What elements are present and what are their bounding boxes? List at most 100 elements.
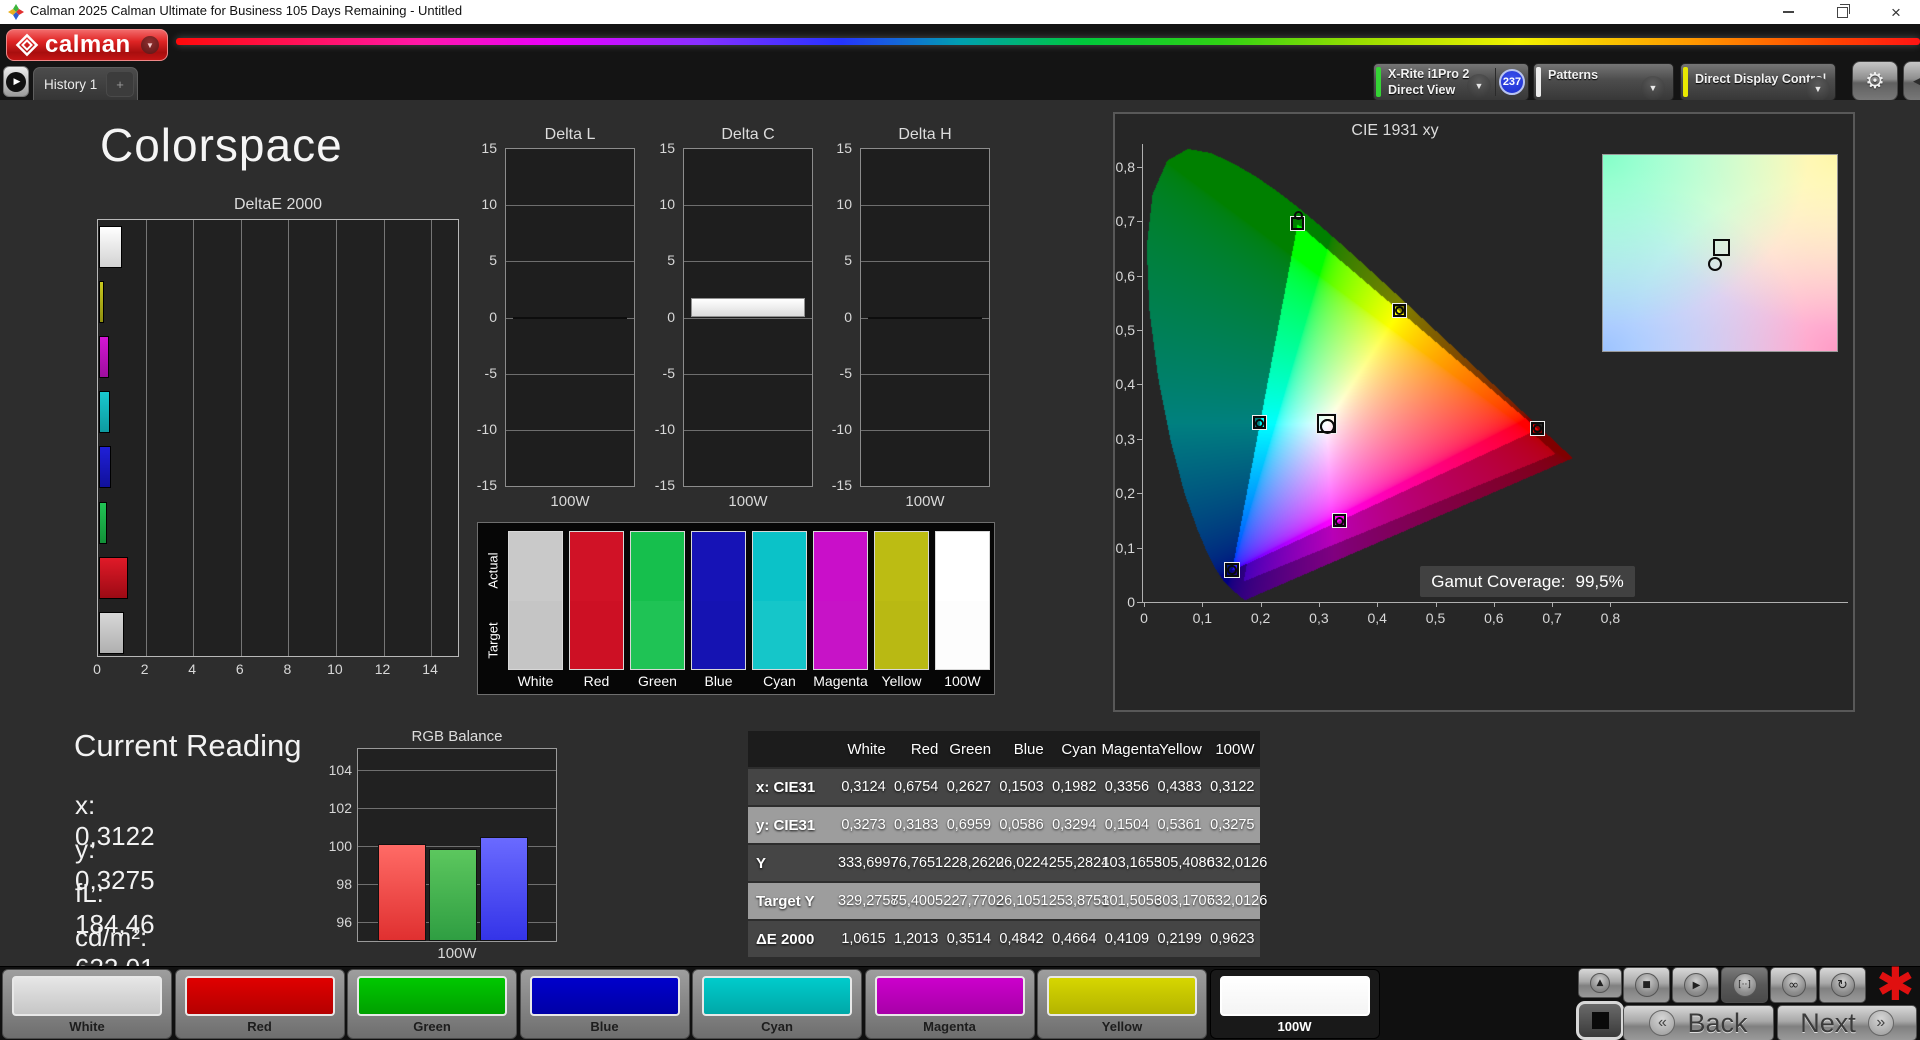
pattern-tile-magenta[interactable]: Magenta <box>864 969 1035 1039</box>
delta-y-tick: -10 <box>831 420 852 437</box>
display-control-dropdown[interactable]: Direct Display Control ▼ <box>1680 63 1836 101</box>
table-cell: 0,3275 <box>1210 817 1255 833</box>
pattern-tile-red[interactable]: Red <box>174 969 345 1039</box>
table-cell: 333,6997 <box>838 855 899 871</box>
play-measure-button[interactable]: ▶ <box>1672 967 1719 1003</box>
delta-e-bar-blue <box>99 446 111 489</box>
actual-swatch <box>753 532 806 601</box>
table-row-2: y: CIE31 0,3273 0,3183 0,6959 0,0586 0,3294 0,… <box>748 807 1260 843</box>
measurement-table: White Red Green Blue Cyan Magenta Yellow 100W x:… <box>748 731 1268 957</box>
pattern-tile-label: Blue <box>590 1019 619 1034</box>
restore-icon <box>1836 3 1850 18</box>
table-column-header: Blue <box>1013 740 1044 758</box>
pattern-window-button[interactable] <box>1576 1001 1624 1040</box>
actual-swatch <box>631 532 684 601</box>
pattern-tile-cyan[interactable]: Cyan <box>692 969 862 1039</box>
stop-button[interactable]: ■ <box>1623 967 1670 1003</box>
delta-gridline <box>684 373 812 375</box>
display-control-caret-icon[interactable]: ▼ <box>1806 77 1830 100</box>
inset-target-marker <box>1712 239 1730 257</box>
play-icon: ▶ <box>6 71 26 92</box>
calman-gem-icon <box>15 33 39 57</box>
single-measure-button[interactable]: [··] <box>1721 967 1768 1003</box>
actual-swatch <box>509 532 562 601</box>
table-cell: 0,4664 <box>1052 931 1097 947</box>
delta-e-x-tick: 10 <box>327 661 343 677</box>
gamut-coverage-value: 99,5% <box>1575 571 1624 591</box>
target-swatch <box>509 600 562 669</box>
meter-mode: Direct View <box>1388 83 1456 97</box>
delta-chart-3 <box>860 148 990 487</box>
pattern-list-up-button[interactable]: ▲ <box>1578 968 1622 998</box>
back-button[interactable]: « Back <box>1623 1005 1774 1040</box>
pattern-swatch <box>1219 976 1370 1016</box>
patterns-accent <box>1536 67 1541 97</box>
refresh-icon: ↻ <box>1830 973 1855 997</box>
calman-menu-button[interactable]: calman ▼ <box>6 29 168 61</box>
table-cell: 632,0126 <box>1206 893 1268 909</box>
app-icon <box>8 4 24 20</box>
display-control-accent <box>1683 67 1688 97</box>
colorspace-workspace: Colorspace DeltaE 2000 0 2 4 6 8 10 12 14 Delta… <box>0 100 1920 983</box>
table-column-header: Green <box>949 740 992 758</box>
logo-dropdown-caret-icon[interactable]: ▼ <box>141 36 159 54</box>
refresh-button[interactable]: ↻ <box>1819 967 1866 1003</box>
target-row-label: Target <box>485 622 501 659</box>
pattern-tile-label: Green <box>413 1019 451 1034</box>
pattern-tile-100w[interactable]: 100W <box>1209 969 1380 1039</box>
table-column-header: White <box>847 740 886 758</box>
pattern-tile-white[interactable]: White <box>2 969 172 1039</box>
delta-y-tick: -15 <box>654 477 675 493</box>
rgb-bar-blue <box>480 837 528 941</box>
rgb-balance-chart: 104 102 100 98 96 <box>329 748 557 942</box>
meter-count-badge[interactable]: 237 <box>1499 69 1525 95</box>
table-cell: 0,3356 <box>1104 779 1150 795</box>
tab-history-1[interactable]: History 1 + <box>33 67 138 100</box>
delta-y-tick: -5 <box>662 364 675 381</box>
window-titlebar: Calman 2025 Calman Ultimate for Business… <box>0 0 1920 24</box>
delta-y-tick: 10 <box>836 196 852 213</box>
add-tab-button[interactable]: + <box>106 71 134 97</box>
pattern-tile-green[interactable]: Green <box>347 969 517 1039</box>
delta-y-tick: 10 <box>481 196 497 213</box>
minimize-button[interactable] <box>1768 0 1808 24</box>
session-play-button[interactable]: ▶ <box>3 66 29 97</box>
delta-e-gridline <box>431 220 433 656</box>
next-button[interactable]: Next » <box>1777 1005 1917 1040</box>
close-icon: × <box>1891 2 1901 22</box>
continuous-measure-button[interactable]: ∞ <box>1770 967 1817 1003</box>
close-button[interactable]: × <box>1876 0 1916 24</box>
table-cell: 26,0224 <box>996 855 1049 871</box>
pattern-swatch <box>874 976 1025 1016</box>
meter-dropdown[interactable]: X-Rite i1Pro 2 Direct View ▼ 237 <box>1373 63 1529 101</box>
pattern-tile-label: Magenta <box>923 1019 976 1034</box>
white-point-inset <box>1602 154 1838 352</box>
table-cell: 0,3273 <box>841 817 886 833</box>
table-cell: 0,1504 <box>1104 817 1150 833</box>
patterns-caret-icon[interactable]: ▼ <box>1641 76 1665 100</box>
window-title: Calman 2025 Calman Ultimate for Business… <box>30 3 463 18</box>
delta-gridline <box>684 205 812 207</box>
patterns-dropdown[interactable]: Patterns ▼ <box>1533 63 1674 101</box>
rgb-y-tick: 96 <box>336 914 352 930</box>
table-cell: 0,3122 <box>1210 779 1255 795</box>
settings-button[interactable]: ⚙ <box>1852 61 1898 101</box>
delta-e-x-tick: 2 <box>140 661 149 677</box>
table-cell: 103,1655 <box>1101 855 1162 871</box>
compare-column-yellow <box>874 531 929 670</box>
collapse-panel-button[interactable]: ◀ <box>1903 61 1920 101</box>
delta-zero-bar <box>513 316 627 319</box>
table-cell: 0,1503 <box>999 779 1044 795</box>
delta-e-bar-white <box>99 611 125 654</box>
delta-e-gridline <box>240 220 242 656</box>
table-cell: 0,3514 <box>946 931 992 947</box>
pattern-tile-yellow[interactable]: Yellow <box>1037 969 1207 1039</box>
restore-button[interactable] <box>1822 0 1862 24</box>
delta-gridline <box>506 261 634 263</box>
cie-1931-panel: CIE 1931 xy 0 0,1 0,2 0,3 0,4 0,5 0,6 0,7 0,8 0 0,… <box>1113 112 1855 712</box>
table-row-4: Target Y 329,2758 75,4005 227,7702 26,1051 25… <box>748 883 1268 919</box>
pattern-window-icon <box>1591 1012 1609 1029</box>
pattern-tile-blue[interactable]: Blue <box>519 969 690 1039</box>
delta-e-x-axis: 0 2 4 6 8 10 12 14 <box>93 661 477 681</box>
meter-caret-icon[interactable]: ▼ <box>1467 74 1491 98</box>
